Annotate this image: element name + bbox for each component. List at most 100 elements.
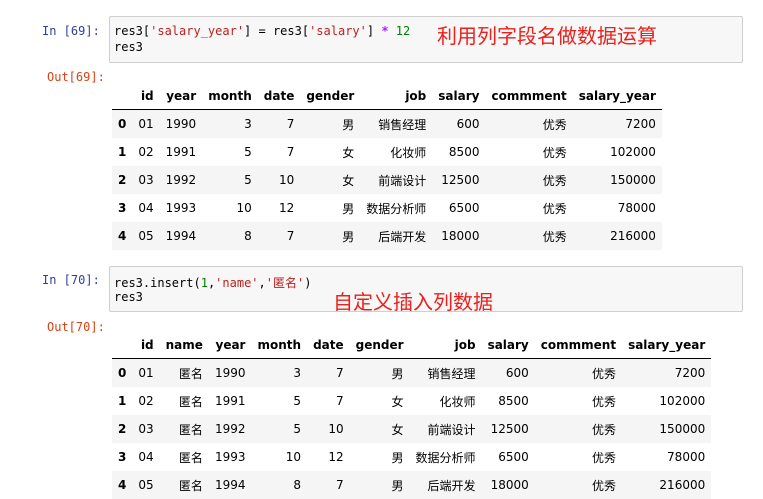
row-index: 2: [118, 173, 127, 187]
table-cell: 10: [285, 450, 302, 464]
column-header: month: [202, 82, 258, 110]
table-cell: 03: [138, 173, 154, 187]
table-cell: 3: [293, 366, 302, 380]
cell1-out-prompt: Out[69]:: [47, 70, 105, 84]
table-cell: 05: [138, 478, 154, 492]
table-cell: 数据分析师: [366, 201, 427, 216]
column-header: salary_year: [622, 331, 712, 359]
cell2-dataframe-table: id name year month date gender job salary commme…: [112, 331, 712, 499]
table-cell: 78000: [617, 201, 656, 215]
table-cell: 男: [391, 366, 404, 381]
table-cell: 01: [138, 366, 154, 380]
table-cell: 7: [335, 478, 344, 492]
table-cell: 78000: [667, 450, 706, 464]
table-cell: 匿名: [178, 366, 203, 381]
table-cell: 1992: [165, 173, 197, 187]
column-header: salary: [432, 82, 486, 110]
table-cell: 04: [138, 450, 154, 464]
column-header: [112, 331, 133, 359]
table-cell: 优秀: [542, 173, 567, 188]
row-index: 1: [118, 145, 127, 159]
column-header: gender: [300, 82, 361, 110]
table-cell: 优秀: [542, 201, 567, 216]
row-index: 0: [118, 366, 127, 380]
table-cell: 前端设计: [378, 173, 427, 188]
table-cell: 优秀: [592, 394, 617, 409]
table-cell: 12: [328, 450, 344, 464]
table-cell: 102000: [610, 145, 656, 159]
table-cell: 150000: [659, 422, 706, 436]
row-index: 4: [118, 478, 127, 492]
cell2-in-prompt: In [70]:: [42, 273, 100, 287]
table-cell: 7: [286, 117, 295, 131]
row-index: 0: [118, 117, 127, 131]
table-cell: 7200: [625, 117, 656, 131]
table-cell: 7: [335, 366, 344, 380]
table-cell: 5: [244, 173, 252, 187]
table-cell: 后端开发: [427, 478, 476, 493]
table-cell: 1990: [214, 366, 246, 380]
table-cell: 6500: [498, 450, 529, 464]
table-cell: 优秀: [592, 478, 617, 493]
table-cell: 216000: [610, 229, 656, 243]
table-cell: 8: [293, 478, 302, 492]
row-index: 3: [118, 450, 127, 464]
table-cell: 3: [244, 117, 252, 131]
column-header: date: [307, 331, 350, 359]
column-header: salary_year: [572, 82, 662, 110]
column-header: name: [159, 331, 209, 359]
table-cell: 5: [293, 422, 302, 436]
table-row: 4 05 1994 8 7 男 后端开发 18000 优秀 216000: [112, 222, 662, 250]
cell1-code-line2: res3: [114, 40, 143, 54]
table-cell: 6500: [448, 201, 480, 215]
table-cell: 7: [335, 394, 344, 408]
table-cell: 优秀: [592, 450, 617, 465]
table-cell: 数据分析师: [415, 450, 476, 465]
table-cell: 后端开发: [378, 229, 427, 244]
column-header: gender: [349, 331, 410, 359]
table-cell: 匿名: [178, 450, 203, 465]
table-cell: 18000: [490, 478, 529, 492]
table-cell: 优秀: [592, 422, 617, 437]
table-cell: 5: [244, 145, 252, 159]
table-cell: 600: [456, 117, 480, 131]
table-cell: 7: [286, 229, 295, 243]
table-cell: 1991: [214, 394, 246, 408]
cell2-code-line1: res3.insert(1,'name','匿名'): [114, 276, 312, 290]
row-index: 3: [118, 201, 127, 215]
table-cell: 03: [138, 422, 154, 436]
table-row: 0 01 匿名 1990 3 7 男 销售经理 600 优秀 7200: [112, 358, 712, 387]
table-cell: 10: [328, 422, 344, 436]
table-cell: 600: [505, 366, 529, 380]
table-row: 3 04 匿名 1993 10 12 男数据分析师 6500 优秀 78000: [112, 443, 711, 471]
table-row: 3 04 1993 10 12 男数据分析师 6500 优秀 78000: [112, 194, 662, 222]
column-header: date: [257, 82, 301, 110]
table-cell: 1990: [165, 117, 197, 131]
table-row: 4 05 匿名 1994 8 7 男 后端开发 18000 优秀 216000: [112, 471, 712, 499]
table-cell: 匿名: [178, 478, 203, 493]
table-cell: 5: [293, 394, 302, 408]
table-cell: 匿名: [178, 394, 203, 409]
table-cell: 优秀: [542, 229, 567, 244]
table-cell: 前端设计: [427, 422, 476, 437]
table-cell: 8500: [498, 394, 529, 408]
table-cell: 7200: [674, 366, 706, 380]
cell1-annotation: 利用列字段名做数据运算: [437, 24, 657, 48]
column-header: id: [132, 331, 160, 359]
table-cell: 102000: [659, 394, 706, 408]
table-cell: 8500: [448, 145, 480, 159]
table-cell: 05: [138, 229, 154, 243]
table-cell: 10: [236, 201, 252, 215]
table-cell: 女: [342, 173, 355, 188]
table-cell: 12500: [490, 422, 529, 436]
table-row: 2 03 1992 5 10 女 前端设计 12500 优秀 150000: [112, 166, 662, 194]
table-cell: 1993: [165, 201, 197, 215]
cell2-code-line2: res3: [114, 290, 143, 304]
table-cell: 优秀: [592, 366, 617, 381]
column-header: [112, 82, 133, 110]
table-cell: 1991: [165, 145, 197, 159]
table-cell: 男: [342, 117, 355, 132]
table-cell: 01: [138, 117, 154, 131]
table-cell: 8: [244, 229, 252, 243]
table-cell: 优秀: [542, 145, 567, 160]
